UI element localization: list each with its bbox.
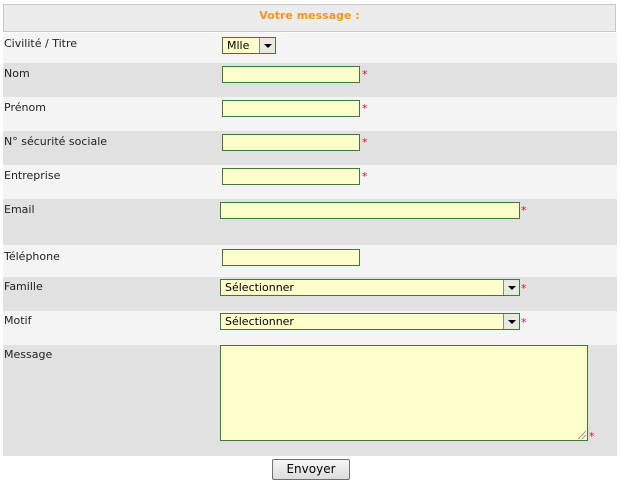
- prenom-label: Prénom: [4, 101, 46, 114]
- email-label: Email: [4, 203, 35, 216]
- motif-label: Motif: [4, 314, 32, 327]
- message-required-mark: *: [589, 430, 595, 443]
- chevron-down-icon[interactable]: [503, 280, 519, 295]
- message-textarea[interactable]: [220, 345, 588, 441]
- famille-required-mark: *: [521, 282, 527, 295]
- nom-label: Nom: [4, 67, 30, 80]
- famille-value: Sélectionner: [225, 281, 294, 294]
- submit-button[interactable]: Envoyer: [272, 459, 350, 480]
- secu-required-mark: *: [362, 136, 368, 149]
- civilite-value: Mlle: [227, 39, 250, 52]
- telephone-label: Téléphone: [4, 250, 60, 263]
- secu-input[interactable]: [222, 134, 360, 151]
- famille-select[interactable]: Sélectionner: [220, 279, 520, 296]
- prenom-required-mark: *: [362, 102, 368, 115]
- email-required-mark: *: [521, 204, 527, 217]
- entreprise-required-mark: *: [362, 170, 368, 183]
- message-label: Message: [4, 348, 53, 361]
- famille-label: Famille: [4, 280, 43, 293]
- motif-value: Sélectionner: [225, 315, 294, 328]
- email-input[interactable]: [220, 202, 520, 219]
- civilite-row: Civilité / Titre: [3, 33, 617, 63]
- secu-label: N° sécurité sociale: [4, 135, 108, 148]
- chevron-down-icon[interactable]: [503, 314, 519, 329]
- nom-required-mark: *: [362, 68, 368, 81]
- entreprise-input[interactable]: [222, 168, 360, 185]
- civilite-select[interactable]: Mlle: [222, 37, 276, 54]
- chevron-down-icon[interactable]: [259, 38, 275, 53]
- telephone-input[interactable]: [222, 249, 360, 266]
- motif-required-mark: *: [521, 316, 527, 329]
- motif-select[interactable]: Sélectionner: [220, 313, 520, 330]
- civilite-label: Civilité / Titre: [4, 37, 77, 50]
- contact-form: Votre message : Civilité / Titre Mlle No…: [0, 0, 621, 482]
- form-heading: Votre message :: [3, 4, 616, 32]
- resize-grip-icon[interactable]: [578, 431, 586, 439]
- prenom-input[interactable]: [222, 100, 360, 117]
- nom-input[interactable]: [222, 66, 360, 83]
- entreprise-label: Entreprise: [4, 169, 61, 182]
